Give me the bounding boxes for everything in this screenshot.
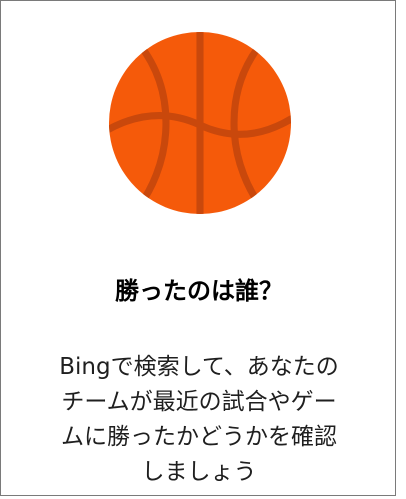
- description-line: チームが最近の試合やゲー: [61, 389, 337, 415]
- description-line: Bingで検索して、あなたの: [59, 354, 339, 380]
- description-line: ムに勝ったかどうかを確認: [61, 424, 337, 450]
- basketball-icon: [109, 32, 291, 214]
- promo-card[interactable]: 勝ったのは誰？ Bingで検索して、あなたの チームが最近の試合やゲー ムに勝っ…: [0, 0, 396, 496]
- description-line: しましょう: [141, 459, 257, 485]
- card-title: 勝ったのは誰？: [115, 277, 283, 305]
- card-description: Bingで検索して、あなたの チームが最近の試合やゲー ムに勝ったかどうかを確認…: [21, 350, 377, 490]
